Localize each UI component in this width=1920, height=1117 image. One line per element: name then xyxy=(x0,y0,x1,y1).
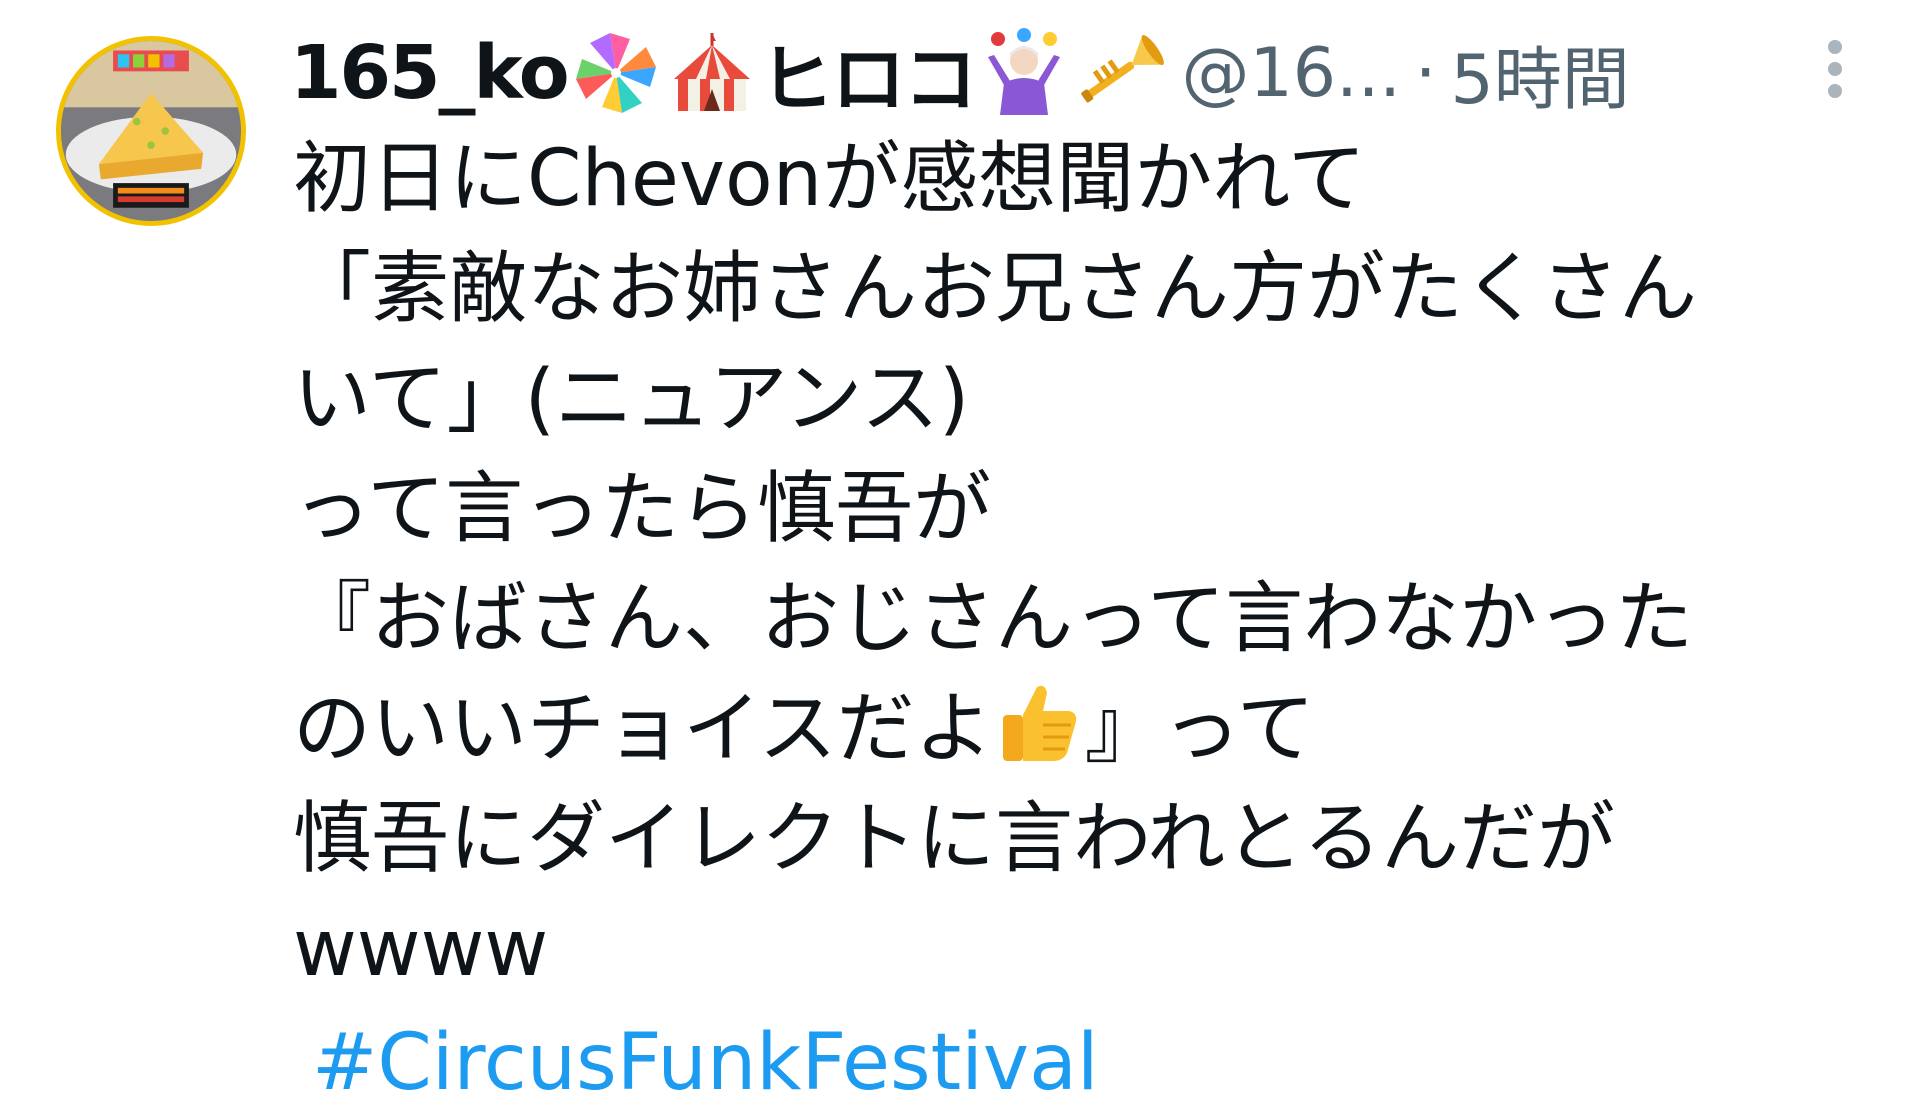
display-name-prefix[interactable]: 165_ko xyxy=(290,30,570,116)
pinwheel-icon xyxy=(570,27,662,119)
tweet-text: 初日にChevonが感想聞かれて 「素敵なお姉さんお兄さん方がたくさん いて」(… xyxy=(293,124,1853,1004)
tweet-line-with-emoji: のいいチョイスだよ 』って xyxy=(293,674,1853,784)
tweet-line: 『おばさん、おじさんって言わなかった xyxy=(293,574,1694,664)
more-options-icon[interactable] xyxy=(1820,40,1850,110)
tweet-line: 慎吾にダイレクトに言われとるんだが xyxy=(293,794,1616,884)
tweet-line-part: のいいチョイスだよ xyxy=(293,684,993,774)
display-name-middle[interactable]: ヒロコ xyxy=(760,20,978,127)
separator-dot: · xyxy=(1414,33,1437,113)
tweet-line: wwww xyxy=(293,904,549,994)
tweet-line: いて」(ニュアンス) xyxy=(293,354,970,444)
avatar[interactable] xyxy=(56,36,246,226)
tweet-line: 「素敵なお姉さんお兄さん方がたくさん xyxy=(293,244,1698,334)
thumbs-up-icon xyxy=(993,675,1085,767)
timestamp[interactable]: 5時間 xyxy=(1451,24,1630,123)
tweet-line: 初日にChevonが感想聞かれて xyxy=(293,134,1366,224)
circus-tent-icon xyxy=(666,27,758,119)
birthday-cake-photo-icon xyxy=(61,41,241,221)
handle[interactable]: @16... xyxy=(1182,34,1401,113)
tweet-header: 165_ko ヒロコ @16... · 5時間 xyxy=(290,18,1850,128)
tweet-line: って言ったら慎吾が xyxy=(293,464,992,554)
tweet-line-part: 』って xyxy=(1084,684,1315,774)
juggler-icon xyxy=(978,27,1070,119)
tweet-card: 165_ko ヒロコ @16... · 5時間 初日にChevonが感想聞かれて… xyxy=(0,0,1920,1117)
trumpet-icon xyxy=(1074,27,1166,119)
hashtag-link[interactable]: #CircusFunkFestival xyxy=(312,1008,1099,1117)
